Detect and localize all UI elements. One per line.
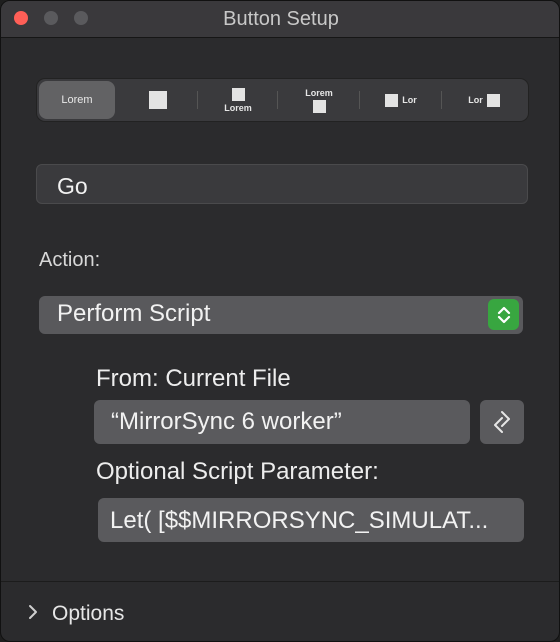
segment-divider (359, 91, 360, 109)
square-icon (231, 87, 245, 101)
segment-label: Lorem (305, 87, 333, 98)
options-label: Options (52, 602, 125, 625)
style-segment-icon-above-text[interactable]: Lorem (199, 81, 277, 119)
button-style-segmented-control: Lorem Lorem Lorem Lor Lor (36, 78, 529, 122)
style-segment-text-above-icon[interactable]: Lorem (279, 81, 359, 119)
script-link-icon (494, 411, 510, 433)
action-popup[interactable]: Perform Script (39, 296, 523, 334)
chevron-up-down-icon (497, 306, 510, 323)
chevron-right-icon[interactable] (28, 604, 38, 620)
window-title: Button Setup (223, 8, 339, 30)
style-segment-text-left-of-icon[interactable]: Lor (443, 81, 525, 119)
segment-divider (441, 91, 442, 109)
style-segment-icon-left-of-text[interactable]: Lor (361, 81, 441, 119)
segment-divider (197, 91, 198, 109)
action-selected-value: Perform Script (57, 300, 211, 327)
style-segment-text-only[interactable]: Lorem (39, 81, 115, 119)
style-segment-icon-only[interactable] (119, 81, 197, 119)
segment-label: Lorem (224, 102, 252, 113)
popup-stepper[interactable] (488, 299, 519, 330)
button-label-field[interactable]: Go (36, 164, 528, 204)
square-icon (486, 93, 500, 107)
square-icon (149, 91, 167, 109)
square-icon (385, 93, 399, 107)
title-bar[interactable]: Button Setup (1, 1, 559, 38)
segment-label: Lor (402, 95, 417, 105)
script-name-field[interactable]: “MirrorSync 6 worker” (94, 400, 470, 444)
action-label: Action: (39, 249, 101, 271)
segment-divider (277, 91, 278, 109)
script-parameter-label: Optional Script Parameter: (96, 458, 379, 485)
specify-script-button[interactable] (480, 400, 524, 444)
options-disclosure[interactable]: Options (1, 581, 559, 641)
script-parameter-field[interactable]: Let( [$$MIRRORSYNC_SIMULAT... (98, 498, 524, 542)
square-icon (312, 99, 326, 113)
from-label: From: Current File (96, 365, 291, 392)
segment-label: Lor (468, 95, 483, 105)
button-setup-window: Button Setup Lorem Lorem Lorem Lor Lor G… (0, 0, 560, 642)
segment-label: Lorem (61, 94, 93, 106)
